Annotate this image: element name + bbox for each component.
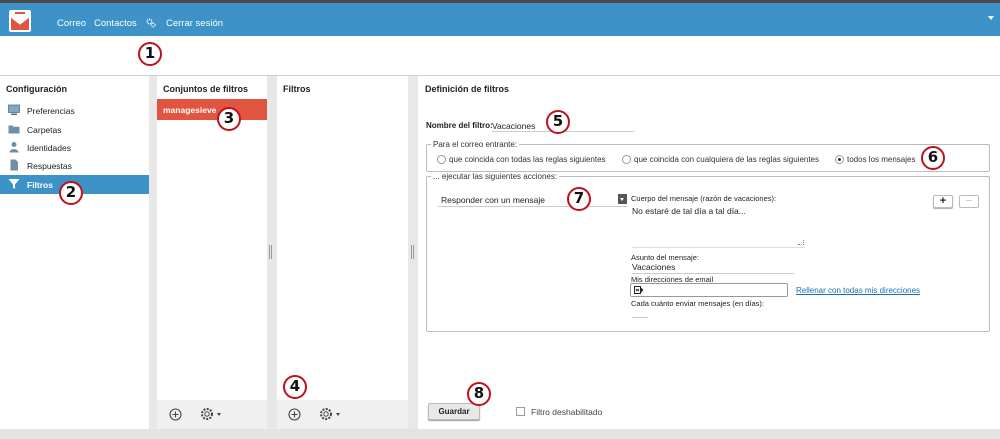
chevron-down-icon[interactable] — [988, 16, 994, 20]
actions-legend: ... ejecutar las siguientes acciones: — [433, 172, 558, 181]
sidebar-item-label: Preferencias — [27, 106, 75, 116]
radio-label: que coincida con cualquiera de las regla… — [634, 155, 820, 164]
filter-name-label: Nombre del filtro: — [426, 121, 493, 130]
monitor-icon — [8, 104, 20, 115]
reply-days-label: Cada cuánto enviar mensajes (en días): — [631, 299, 764, 308]
filters-title: Filtros — [283, 84, 311, 94]
chevron-down-icon[interactable] — [618, 194, 627, 204]
sidebar-item-carpetas[interactable]: Carpetas — [0, 120, 149, 139]
sidebar-item-preferencias[interactable]: Preferencias — [0, 101, 149, 120]
add-action-button[interactable]: + — [933, 195, 953, 208]
nav-contactos-link[interactable]: Contactos — [94, 18, 137, 29]
message-body-label: Cuerpo del mensaje (razón de vacaciones)… — [631, 194, 777, 203]
radio-button[interactable] — [622, 155, 631, 164]
filter-sets-title: Conjuntos de filtros — [163, 84, 248, 94]
annotation-badge-5: 5 — [546, 110, 570, 134]
fill-all-addresses-link[interactable]: Rellenar con todas mis direcciones — [796, 286, 920, 295]
settings-sidebar: Configuración Preferencias Carpetas Iden… — [0, 76, 149, 429]
sidebar-item-label: Carpetas — [27, 125, 62, 135]
bottom-strip — [0, 429, 1000, 439]
incoming-mail-legend: Para el correo entrante: — [433, 140, 518, 149]
action-type-select[interactable]: Responder con un mensaje — [438, 193, 627, 207]
sidebar-item-identidades[interactable]: Identidades — [0, 138, 149, 157]
add-filter-icon[interactable] — [288, 408, 301, 421]
sidebar-item-label: Identidades — [27, 143, 71, 153]
subject-label: Asunto del mensaje: — [631, 253, 699, 262]
settings-gears-icon[interactable] — [146, 18, 156, 28]
annotation-badge-8: 8 — [467, 382, 491, 406]
filter-definition-footer: Guardar Filtro deshabilitado — [418, 393, 1000, 429]
filter-set-label: managesieve — [163, 105, 217, 115]
sidebar-item-respuestas[interactable]: Respuestas — [0, 156, 149, 175]
radio-button-checked[interactable] — [835, 155, 844, 164]
save-button[interactable]: Guardar — [428, 403, 480, 420]
panel-splitter-handle[interactable] — [411, 245, 415, 259]
annotation-badge-6: 6 — [921, 146, 945, 170]
nav-correo-link[interactable]: Correo — [57, 18, 86, 29]
radio-button[interactable] — [437, 155, 446, 164]
message-body-textarea[interactable]: No estaré de tal día a tal día... — [632, 206, 805, 248]
folder-icon — [8, 125, 20, 134]
annotation-badge-3: 3 — [217, 107, 241, 131]
panel-splitter-handle[interactable] — [269, 245, 273, 259]
settings-sidebar-title: Configuración — [6, 84, 67, 94]
annotation-badge-1: 1 — [138, 42, 162, 66]
filter-disabled-checkbox[interactable] — [516, 407, 525, 416]
reply-days-input[interactable] — [632, 312, 648, 318]
logout-link[interactable]: Cerrar sesión — [166, 18, 223, 29]
filter-definition-title: Definición de filtros — [425, 84, 510, 94]
filter-set-actions-gear-icon[interactable] — [199, 406, 223, 422]
subject-input[interactable]: Vacaciones — [632, 262, 794, 274]
filter-set-item-managesieve[interactable]: managesieve — [157, 99, 267, 120]
filter-actions-gear-icon[interactable] — [318, 406, 342, 422]
remove-action-button[interactable]: − — [959, 195, 979, 208]
top-navigation-bar: Correo Contactos Cerrar sesión — [0, 0, 1000, 39]
funnel-icon — [8, 179, 20, 189]
radio-label: todos los mensajes — [847, 155, 916, 164]
annotation-badge-7: 7 — [567, 187, 591, 211]
document-icon — [10, 159, 18, 171]
filter-disabled-label: Filtro deshabilitado — [531, 407, 603, 417]
sidebar-item-label: Respuestas — [27, 161, 72, 171]
roundcube-logo-icon[interactable] — [6, 7, 34, 35]
annotation-badge-4: 4 — [283, 375, 307, 399]
resize-handle-icon[interactable] — [798, 240, 804, 245]
filter-sets-panel: Conjuntos de filtros managesieve — [157, 76, 267, 429]
message-body-value: No estaré de tal día a tal día... — [632, 206, 746, 216]
filter-definition-panel: Definición de filtros Nombre del filtro:… — [418, 76, 1000, 429]
person-icon — [9, 142, 19, 153]
radio-label: que coincida con todas las reglas siguie… — [449, 155, 606, 164]
sidebar-item-label: Filtros — [27, 180, 53, 190]
filters-footer — [277, 400, 408, 429]
filter-sets-footer — [157, 400, 267, 429]
address-tag-icon — [634, 286, 644, 294]
annotation-badge-2: 2 — [59, 181, 83, 205]
action-type-value: Responder con un mensaje — [441, 195, 545, 205]
my-addresses-input[interactable] — [630, 283, 788, 297]
add-filter-set-icon[interactable] — [169, 408, 182, 421]
